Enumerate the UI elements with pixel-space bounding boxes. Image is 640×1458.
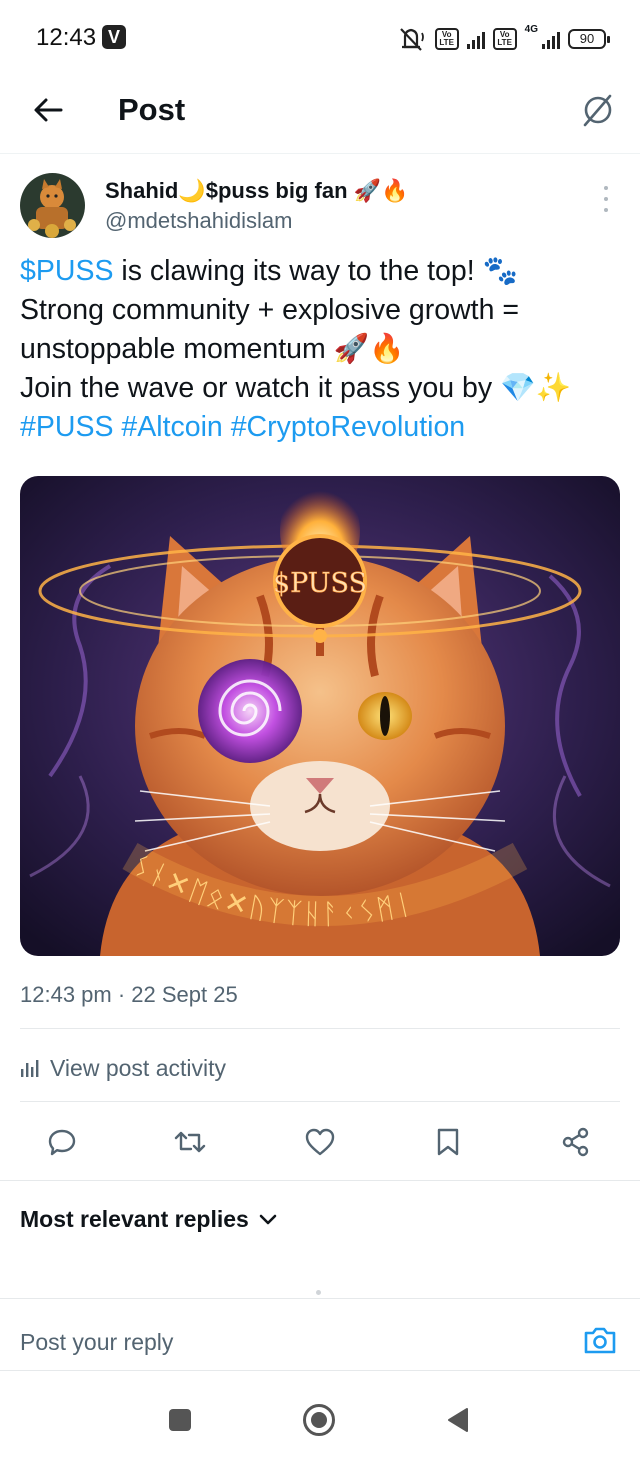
like-button[interactable] <box>300 1122 340 1162</box>
author-avatar[interactable] <box>20 173 85 238</box>
coin-label: $PUSS <box>273 568 367 599</box>
more-options-button[interactable] <box>594 186 618 212</box>
post-image[interactable]: $PUSS ᛊᚾ✕ᛖᛟ✕ᚢᛉᛉᚺᚨᚲᛊᛗᛁ <box>20 476 620 956</box>
recents-button[interactable] <box>160 1400 200 1440</box>
analytics-bars-icon <box>21 1060 39 1077</box>
post-line-1: is clawing its way to the top! 🐾 <box>113 255 519 287</box>
volte-badge-2: Vo LTE <box>492 28 517 50</box>
camera-button[interactable] <box>580 1320 620 1360</box>
cashtag-link[interactable]: $PUSS <box>20 255 113 287</box>
triangle-back-icon <box>448 1408 468 1432</box>
back-button[interactable] <box>28 90 68 130</box>
scroll-indicator <box>316 1290 321 1295</box>
repost-icon <box>174 1131 206 1153</box>
hashtags-links[interactable]: #PUSS #Altcoin #CryptoRevolution <box>20 408 620 447</box>
reply-icon <box>48 1129 76 1156</box>
post-text: $PUSS is clawing its way to the top! 🐾 S… <box>20 252 620 447</box>
back-nav-button[interactable] <box>438 1400 478 1440</box>
repost-button[interactable] <box>170 1122 210 1162</box>
more-dots-icon <box>604 186 608 190</box>
post-line-3: unstoppable momentum 🚀🔥 <box>20 333 405 365</box>
activity-label: View post activity <box>50 1054 226 1081</box>
signal-bars-1-icon <box>466 29 485 49</box>
divider <box>20 1101 620 1102</box>
grok-slash-circle-icon <box>583 94 612 127</box>
view-post-activity[interactable]: View post activity <box>20 1054 226 1082</box>
replies-sort-dropdown[interactable]: Most relevant replies <box>20 1206 277 1233</box>
divider <box>0 1370 640 1371</box>
author-handle[interactable]: @mdetshahidislam <box>105 208 292 234</box>
status-icons: Vo LTE Vo LTE 4G 90 <box>395 23 610 54</box>
divider <box>0 1180 640 1181</box>
heart-icon <box>305 1128 335 1156</box>
replies-sort-label: Most relevant replies <box>20 1206 249 1232</box>
home-button[interactable] <box>299 1400 339 1440</box>
post-timestamp: 12:43 pm · 22 Sept 25 <box>20 982 238 1007</box>
mute-icon <box>395 25 427 53</box>
bookmark-button[interactable] <box>428 1122 468 1162</box>
arrow-left-icon <box>34 98 63 122</box>
status-bar: 12:43 V Vo LTE Vo LTE 4G 90 <box>0 0 640 76</box>
share-button[interactable] <box>556 1122 596 1162</box>
system-nav-bar <box>0 1380 640 1458</box>
v-app-icon: V <box>102 25 126 49</box>
square-icon <box>169 1409 191 1431</box>
app-header: Post <box>0 76 640 154</box>
page-title: Post <box>118 92 186 127</box>
bookmark-icon <box>437 1128 459 1156</box>
chevron-down-icon <box>259 1214 277 1224</box>
divider <box>0 1298 640 1299</box>
share-icon <box>562 1127 589 1157</box>
signal-bars-2-icon <box>542 29 560 49</box>
reply-button[interactable] <box>42 1122 82 1162</box>
divider <box>20 1028 620 1029</box>
reply-input[interactable] <box>20 1326 540 1358</box>
status-time: 12:43 <box>36 24 97 51</box>
post-line-2: Strong community + explosive growth = <box>20 294 519 326</box>
battery-indicator: 90 <box>568 29 610 49</box>
network-type: 4G <box>524 23 538 35</box>
volte-badge-1: Vo LTE <box>434 28 459 50</box>
post-line-4: Join the wave or watch it pass you by 💎✨ <box>20 372 571 404</box>
author-name[interactable]: Shahid🌙$puss big fan 🚀🔥 <box>105 178 408 204</box>
grok-button[interactable] <box>576 88 620 132</box>
camera-icon <box>584 1327 616 1354</box>
home-circle-icon <box>303 1404 335 1436</box>
post-actions <box>0 1118 640 1166</box>
